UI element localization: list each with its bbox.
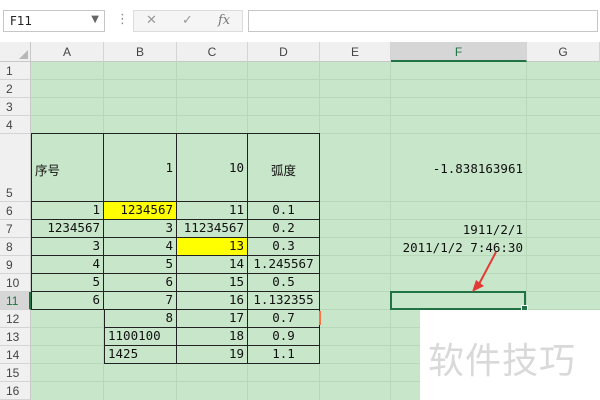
table-cell[interactable]: 1 [31,202,104,220]
watermark-text: 软件技巧 [428,341,577,382]
table-cell[interactable]: 0.7 [248,310,320,328]
table-cell[interactable]: 6 [31,292,104,310]
table-header-cell[interactable]: 弧度 [248,133,320,202]
table-cell[interactable]: 3 [31,238,104,256]
table-header-cell[interactable]: 1 [104,133,177,202]
error-indicator [319,311,321,325]
formula-input[interactable] [248,10,598,32]
table-cell[interactable]: 1.132355 [248,292,320,310]
table-cell[interactable]: 15 [177,274,248,292]
row-header[interactable]: 10 [0,274,31,292]
insert-function-icon[interactable]: fx [218,13,230,28]
column-header-f[interactable]: F [391,42,527,62]
table-header-cell[interactable]: 10 [177,133,248,202]
column-header-a[interactable]: A [31,42,104,62]
more-options-icon[interactable]: ⋮ [116,12,129,27]
watermark-panel: 软件技巧 [420,310,600,400]
table-cell[interactable]: 4 [104,238,177,256]
table-cell[interactable]: 8 [104,310,177,328]
table-cell[interactable]: 5 [31,274,104,292]
chevron-down-icon[interactable]: ▼ [91,14,99,25]
row-header[interactable]: 6 [0,202,31,220]
formula-buttons: ✕ ✓ fx [133,10,243,32]
row-header[interactable]: 4 [0,116,31,134]
table-header-cell[interactable]: 序号 [31,133,104,202]
table-cell[interactable]: 19 [177,346,248,364]
table-cell[interactable]: 18 [177,328,248,346]
column-header-e[interactable]: E [320,42,391,62]
table-cell[interactable]: 0.5 [248,274,320,292]
table-cell[interactable]: 0.9 [248,328,320,346]
row-header[interactable]: 3 [0,98,31,116]
table-cell[interactable]: 6 [104,274,177,292]
name-box[interactable]: F11 ▼ [3,10,105,32]
cancel-icon[interactable]: ✕ [146,13,157,28]
select-all-button[interactable] [0,42,31,62]
table-cell[interactable]: 17 [177,310,248,328]
table-cell-highlighted[interactable]: 1234567 [104,202,177,220]
table-cell[interactable]: 5 [104,256,177,274]
name-box-value: F11 [10,14,33,28]
arrow-shaft [477,251,497,287]
cell-f5[interactable]: -1.838163961 [390,161,526,179]
active-cell-f11[interactable] [390,291,528,312]
table-cell[interactable]: 1.245567 [248,256,320,274]
gridline [31,79,600,80]
row-header[interactable]: 11 [0,292,31,310]
table-cell-highlighted[interactable]: 13 [177,238,248,256]
row-header[interactable]: 13 [0,328,31,346]
gridline [31,97,600,98]
cell-f8[interactable]: 2011/1/2 7:46:30 [380,240,526,258]
row-header[interactable]: 14 [0,346,31,364]
cell-f7[interactable]: 1911/2/1 [390,222,526,240]
column-header-d[interactable]: D [248,42,320,62]
table-cell[interactable]: 0.3 [248,238,320,256]
table-cell[interactable]: 11234567 [177,220,248,238]
table-cell[interactable]: 3 [104,220,177,238]
row-header[interactable]: 8 [0,238,31,256]
gridline [31,115,600,116]
row-header[interactable]: 12 [0,310,31,328]
column-header-b[interactable]: B [104,42,177,62]
table-cell[interactable]: 1100100 [104,328,177,346]
formula-bar: F11 ▼ ⋮ ✕ ✓ fx [0,0,600,42]
table-cell[interactable]: 0.2 [248,220,320,238]
row-header[interactable]: 9 [0,256,31,274]
row-header[interactable]: 16 [0,382,31,400]
table-cell[interactable]: 1425 [104,346,177,364]
table-cell[interactable]: 11 [177,202,248,220]
table-cell[interactable]: 7 [104,292,177,310]
row-header[interactable]: 2 [0,80,31,98]
table-cell[interactable]: 16 [177,292,248,310]
arrow-head [472,280,484,292]
row-header[interactable]: 15 [0,364,31,382]
table-cell[interactable]: 0.1 [248,202,320,220]
table-cell[interactable]: 1234567 [31,220,104,238]
table-cell[interactable]: 14 [177,256,248,274]
table-cell[interactable]: 4 [31,256,104,274]
row-header[interactable]: 7 [0,220,31,238]
arrow-annotation [472,251,497,292]
column-header-g[interactable]: G [527,42,600,62]
row-header[interactable]: 5 [0,134,31,202]
row-header[interactable]: 1 [0,62,31,80]
column-header-c[interactable]: C [177,42,248,62]
confirm-icon[interactable]: ✓ [182,13,193,28]
table-cell[interactable]: 1.1 [248,346,320,364]
